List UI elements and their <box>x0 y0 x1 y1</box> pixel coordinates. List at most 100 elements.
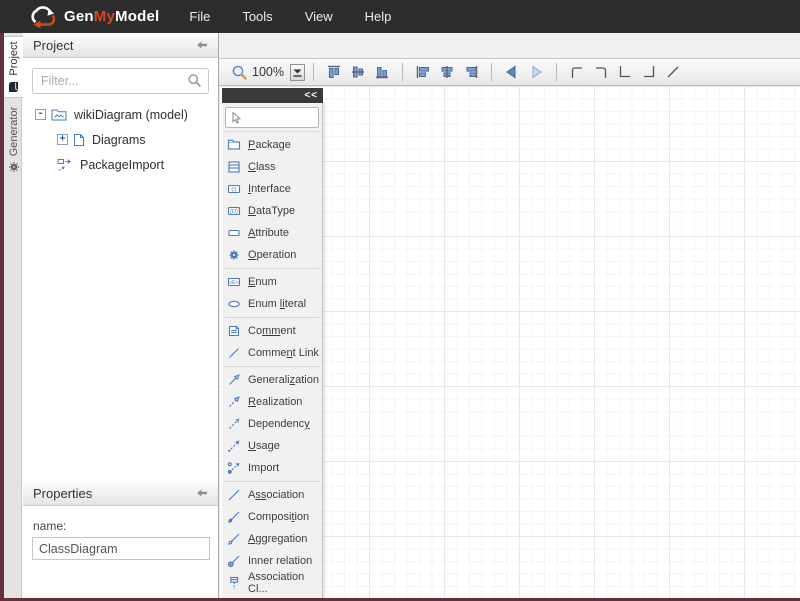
enum-literal-icon <box>227 297 241 311</box>
align-middle-button[interactable] <box>346 61 370 83</box>
svg-text:(I): (I) <box>231 187 236 193</box>
model-tree: - wikiDiagram (model) + Diagra <box>23 102 218 177</box>
toolbar-separator <box>556 63 557 81</box>
route-direct-button[interactable] <box>661 61 685 83</box>
composition-icon <box>227 510 241 524</box>
usage-icon <box>227 439 241 453</box>
tree-item-label: wikiDiagram (model) <box>74 108 188 122</box>
palette-item-label: Association <box>248 489 304 501</box>
align-bottom-button[interactable] <box>370 61 394 83</box>
tree-item-packageimport[interactable]: PackageImport <box>23 152 218 177</box>
comment-icon <box>227 324 241 338</box>
palette-item-label: Usage <box>248 440 280 452</box>
palette-item-class[interactable]: Class <box>222 156 322 178</box>
palette-item-datatype[interactable]: (D) DataType <box>222 200 322 222</box>
palette-separator <box>225 131 319 132</box>
palette-item-usage[interactable]: Usage <box>222 435 322 457</box>
sidebar-tab-label: Generator <box>8 107 20 157</box>
menu-tools[interactable]: Tools <box>226 2 288 31</box>
sidebar-tab-generator[interactable]: Generator <box>4 100 23 180</box>
palette-item-comment[interactable]: Comment <box>222 320 322 342</box>
align-right-button[interactable] <box>459 61 483 83</box>
palette-item-generalization[interactable]: Generalization <box>222 369 322 391</box>
cloud-arrows-icon <box>28 4 58 30</box>
palette-item-comment-link[interactable]: Comment Link <box>222 342 322 364</box>
route-corner-bottom-right-button[interactable] <box>637 61 661 83</box>
palette-item-attribute[interactable]: Attribute <box>222 222 322 244</box>
palette-item-aggregation[interactable]: Aggregation <box>222 528 322 550</box>
palette-item-enum-literal[interactable]: Enum literal <box>222 293 322 315</box>
datatype-icon: (D) <box>227 204 241 218</box>
palette-separator <box>225 366 319 367</box>
menubar: File Tools View Help <box>173 2 407 31</box>
align-top-button[interactable] <box>322 61 346 83</box>
palette-item-package[interactable]: Package <box>222 134 322 156</box>
selection-tool[interactable] <box>225 107 319 128</box>
menu-help[interactable]: Help <box>349 2 408 31</box>
filter-input[interactable] <box>32 68 209 94</box>
palette-item-enum[interactable]: «E» Enum <box>222 271 322 293</box>
tree-item-wikidiagram[interactable]: - wikiDiagram (model) <box>23 102 218 127</box>
properties-panel-header: Properties <box>23 481 218 506</box>
palette-item-label: Enum <box>248 276 277 288</box>
route-corner-top-left-button[interactable] <box>565 61 589 83</box>
menu-file[interactable]: File <box>173 2 226 31</box>
import-icon <box>227 461 241 475</box>
collapse-panel-button[interactable] <box>196 488 208 498</box>
palette-item-realization[interactable]: Realization <box>222 391 322 413</box>
palette-item-inner-relation[interactable]: Inner relation <box>222 550 322 572</box>
route-corner-bottom-left-button[interactable] <box>613 61 637 83</box>
palette-item-label: Dependency <box>248 418 310 430</box>
palette-item-interface[interactable]: (I) Interface <box>222 178 322 200</box>
name-field-label: name: <box>33 519 208 533</box>
collapse-panel-button[interactable] <box>196 40 208 50</box>
package-import-icon <box>57 158 73 172</box>
palette-item-label: Inner relation <box>248 555 312 567</box>
collapse-expander-icon[interactable]: - <box>35 109 46 120</box>
align-left-button[interactable] <box>411 61 435 83</box>
palette-item-association-cl[interactable]: Association Cl... <box>222 572 322 594</box>
generalization-icon <box>227 373 241 387</box>
flip-right-button[interactable] <box>524 61 548 83</box>
comment-link-icon <box>227 346 241 360</box>
palette-collapse-button[interactable]: << <box>222 88 323 103</box>
palette-item-label: Interface <box>248 183 291 195</box>
zoom-dropdown-button[interactable] <box>290 64 305 81</box>
operation-icon <box>227 248 241 262</box>
palette-item-label: Comment <box>248 325 296 337</box>
package-icon <box>227 138 241 152</box>
align-center-button[interactable] <box>435 61 459 83</box>
aggregation-icon <box>227 532 241 546</box>
palette-item-composition[interactable]: Composition <box>222 506 322 528</box>
class-icon <box>227 160 241 174</box>
palette-item-label: Class <box>248 161 276 173</box>
palette-item-dependency[interactable]: Dependency <box>222 413 322 435</box>
enum-icon: «E» <box>227 275 241 289</box>
properties-panel: Properties name: <box>23 481 219 560</box>
palette-item-association[interactable]: Association <box>222 484 322 506</box>
tree-item-diagrams[interactable]: + Diagrams <box>23 127 218 152</box>
palette-item-import[interactable]: Import <box>222 457 322 479</box>
toolbar-separator <box>402 63 403 81</box>
editor-toolbar: 100% <box>219 59 800 86</box>
realization-icon <box>227 395 241 409</box>
app-title: GenMyModel <box>64 8 159 25</box>
menu-view[interactable]: View <box>289 2 349 31</box>
genmymodel-window: GenMyModel File Tools View Help Project <box>0 0 800 601</box>
tree-item-label: PackageImport <box>80 158 164 172</box>
palette: << Package Class (I) Interface (D) DataType At… <box>222 88 323 598</box>
collapse-chevrons-icon: << <box>304 90 318 101</box>
search-icon <box>187 73 203 89</box>
project-panel-header: Project <box>23 33 218 58</box>
expand-expander-icon[interactable]: + <box>57 134 68 145</box>
palette-item-label: Attribute <box>248 227 289 239</box>
palette-item-label: DataType <box>248 205 295 217</box>
flip-left-button[interactable] <box>500 61 524 83</box>
route-corner-top-right-button[interactable] <box>589 61 613 83</box>
sidebar-tab-project[interactable]: Project <box>4 36 23 98</box>
palette-item-label: Package <box>248 139 291 151</box>
name-input[interactable] <box>32 537 210 560</box>
tree-item-label: Diagrams <box>92 133 146 147</box>
palette-item-operation[interactable]: Operation <box>222 244 322 266</box>
app-logo: GenMyModel <box>28 4 159 30</box>
